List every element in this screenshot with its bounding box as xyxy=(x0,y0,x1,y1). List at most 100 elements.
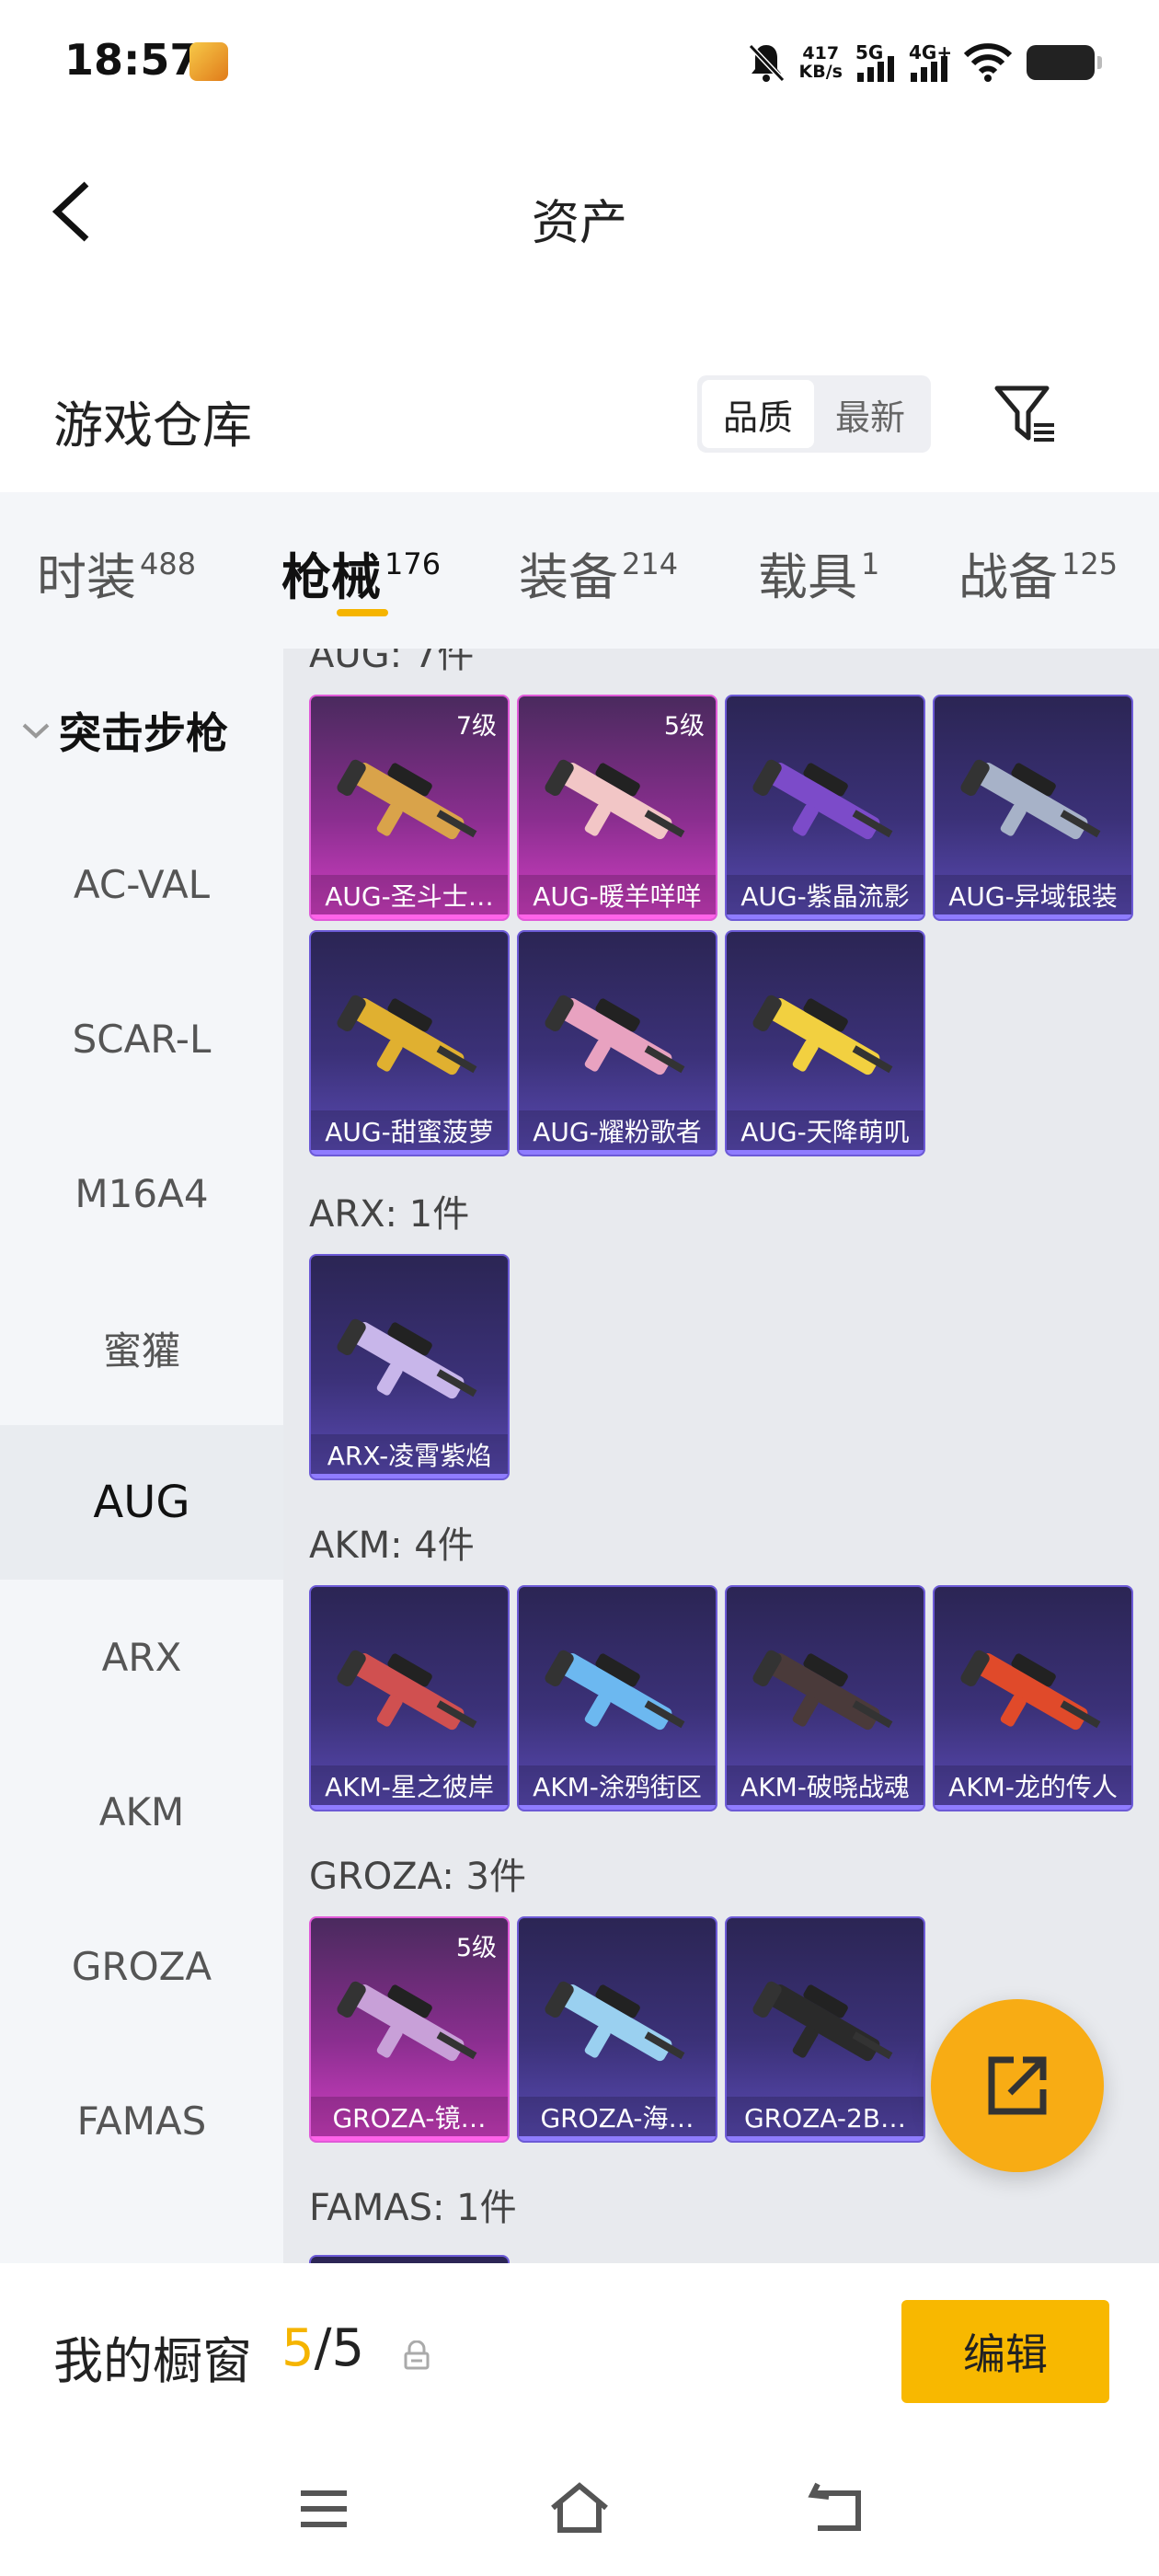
weapon-card[interactable]: 5级 AUG-暖羊咩咩 xyxy=(517,695,717,921)
sidebar-item-groza[interactable]: GROZA xyxy=(0,1889,283,2043)
weapon-type-sidebar: 突击步枪 AC-VAL SCAR-L M16A4 蜜獾 AUG ARX AKM … xyxy=(0,649,283,2263)
sidebar-item-ac-val[interactable]: AC-VAL xyxy=(0,807,283,961)
edit-button[interactable]: 编辑 xyxy=(901,2300,1109,2403)
tab-firearms[interactable]: 枪械 176 xyxy=(281,536,441,609)
share-export-icon xyxy=(988,2056,1047,2115)
rarity-bar xyxy=(519,2136,716,2141)
status-time: 18:57 xyxy=(64,35,200,85)
status-bar: 18:57 417 KB/s 5G 4G+ xyxy=(0,0,1159,129)
weapon-card[interactable]: 5级 GROZA-镜… xyxy=(309,1916,510,2143)
weapon-image xyxy=(337,1318,477,1399)
filter-icon[interactable] xyxy=(992,381,1058,447)
weapon-name: GROZA-镜… xyxy=(311,2097,508,2141)
lock-icon xyxy=(404,2340,430,2370)
rarity-bar xyxy=(727,2136,924,2141)
section-title-famas: FAMAS: 1件 xyxy=(309,2187,517,2229)
weapon-image xyxy=(752,1981,893,2062)
weapon-image xyxy=(337,1981,477,2062)
section-title-aug: AUG: 7件 xyxy=(309,649,475,676)
sort-quality-button[interactable]: 品质 xyxy=(702,380,814,448)
tab-equipment[interactable]: 装备 214 xyxy=(519,536,678,609)
weapon-name: AUG-甜蜜菠萝 xyxy=(311,1110,508,1155)
home-icon[interactable] xyxy=(547,2477,612,2541)
sidebar-item-scar-l[interactable]: SCAR-L xyxy=(0,961,283,1116)
return-icon[interactable] xyxy=(805,2477,869,2541)
rarity-bar xyxy=(519,1805,716,1810)
tab-gear[interactable]: 战备 125 xyxy=(958,536,1118,609)
sort-latest-button[interactable]: 最新 xyxy=(814,380,926,448)
section-title-akm: AKM: 4件 xyxy=(309,1524,475,1567)
weapon-card-partial[interactable] xyxy=(309,2255,510,2263)
weapon-image xyxy=(545,1650,685,1731)
mute-bell-icon xyxy=(748,43,785,83)
tab-fashion[interactable]: 时装 488 xyxy=(37,536,196,609)
showcase-panel: 我的橱窗 5/5 编辑 xyxy=(0,2263,1159,2576)
rarity-bar xyxy=(935,1805,1131,1810)
sidebar-item-famas[interactable]: FAMAS xyxy=(0,2043,283,2198)
weapon-card[interactable]: AKM-破晓战魂 xyxy=(725,1585,925,1811)
weapon-image xyxy=(337,995,477,1075)
weapon-card[interactable]: AKM-龙的传人 xyxy=(933,1585,1133,1811)
signal-5g-icon: 5G xyxy=(855,41,896,84)
weapon-name: AUG-紫晶流影 xyxy=(727,875,924,919)
rarity-bar xyxy=(311,1805,508,1810)
weapon-card[interactable]: 7级 AUG-圣斗士… xyxy=(309,695,510,921)
weapon-name: AUG-异域银装 xyxy=(935,875,1131,919)
weapon-name: ARX-凌霄紫焰 xyxy=(311,1434,508,1478)
rarity-bar xyxy=(727,1150,924,1155)
weapon-card[interactable]: AUG-异域银装 xyxy=(933,695,1133,921)
app-notification-icon xyxy=(189,42,228,81)
weapon-image xyxy=(337,759,477,840)
rarity-bar xyxy=(519,1150,716,1155)
sidebar-item-honey-badger[interactable]: 蜜獾 xyxy=(0,1271,283,1425)
weapon-card[interactable]: AKM-涂鸦街区 xyxy=(517,1585,717,1811)
menu-icon[interactable] xyxy=(292,2477,356,2541)
rarity-bar xyxy=(311,1150,508,1155)
tab-vehicles[interactable]: 载具 1 xyxy=(758,536,879,609)
sort-toggle: 品质 最新 xyxy=(697,375,931,453)
weapon-name: AUG-圣斗士… xyxy=(311,875,508,919)
share-export-button[interactable] xyxy=(931,1999,1104,2172)
weapon-name: AKM-涂鸦街区 xyxy=(519,1765,716,1810)
weapon-name: AKM-龙的传人 xyxy=(935,1765,1131,1810)
sidebar-group-assault-rifle[interactable]: 突击步枪 xyxy=(20,700,228,761)
rarity-bar xyxy=(311,2136,508,2141)
sidebar-item-akm[interactable]: AKM xyxy=(0,1734,283,1889)
weapon-card[interactable]: AUG-耀粉歌者 xyxy=(517,930,717,1156)
weapon-card[interactable]: AKM-星之彼岸 xyxy=(309,1585,510,1811)
sidebar-item-arx[interactable]: ARX xyxy=(0,1580,283,1734)
weapon-image xyxy=(752,995,893,1075)
warehouse-title: 游戏仓库 xyxy=(53,397,252,454)
sidebar-item-m16a4[interactable]: M16A4 xyxy=(0,1116,283,1271)
weapon-image xyxy=(960,759,1101,840)
rarity-bar xyxy=(935,914,1131,919)
weapon-image xyxy=(960,1650,1101,1731)
weapon-name: AUG-暖羊咩咩 xyxy=(519,875,716,919)
weapon-name: AUG-耀粉歌者 xyxy=(519,1110,716,1155)
rarity-bar xyxy=(727,914,924,919)
signal-4g-icon: 4G+ xyxy=(909,41,952,84)
battery-icon xyxy=(1027,45,1102,80)
weapon-image xyxy=(337,1650,477,1731)
sidebar-item-aug[interactable]: AUG xyxy=(0,1425,283,1580)
level-badge: 7级 xyxy=(455,712,497,741)
weapon-name: GROZA-海… xyxy=(519,2097,716,2141)
weapon-image xyxy=(545,759,685,840)
page-title: 资产 xyxy=(531,196,627,251)
showcase-count: 5/5 xyxy=(281,2318,365,2378)
weapon-card[interactable]: GROZA-2B… xyxy=(725,1916,925,2143)
weapon-name: AKM-破晓战魂 xyxy=(727,1765,924,1810)
chevron-down-icon xyxy=(22,723,50,739)
rarity-bar xyxy=(727,1805,924,1810)
category-tabs: 时装 488 枪械 176 装备 214 载具 1 战备 125 xyxy=(0,492,1159,649)
active-tab-indicator xyxy=(337,609,388,616)
weapon-card[interactable]: ARX-凌霄紫焰 xyxy=(309,1254,510,1480)
weapon-image xyxy=(545,1981,685,2062)
weapon-card[interactable]: GROZA-海… xyxy=(517,1916,717,2143)
section-title-groza: GROZA: 3件 xyxy=(309,1856,526,1898)
app-header: 资产 xyxy=(0,147,1159,276)
weapon-card[interactable]: AUG-紫晶流影 xyxy=(725,695,925,921)
weapon-card[interactable]: AUG-天降萌叽 xyxy=(725,930,925,1156)
weapon-card[interactable]: AUG-甜蜜菠萝 xyxy=(309,930,510,1156)
level-badge: 5级 xyxy=(455,1934,497,1962)
